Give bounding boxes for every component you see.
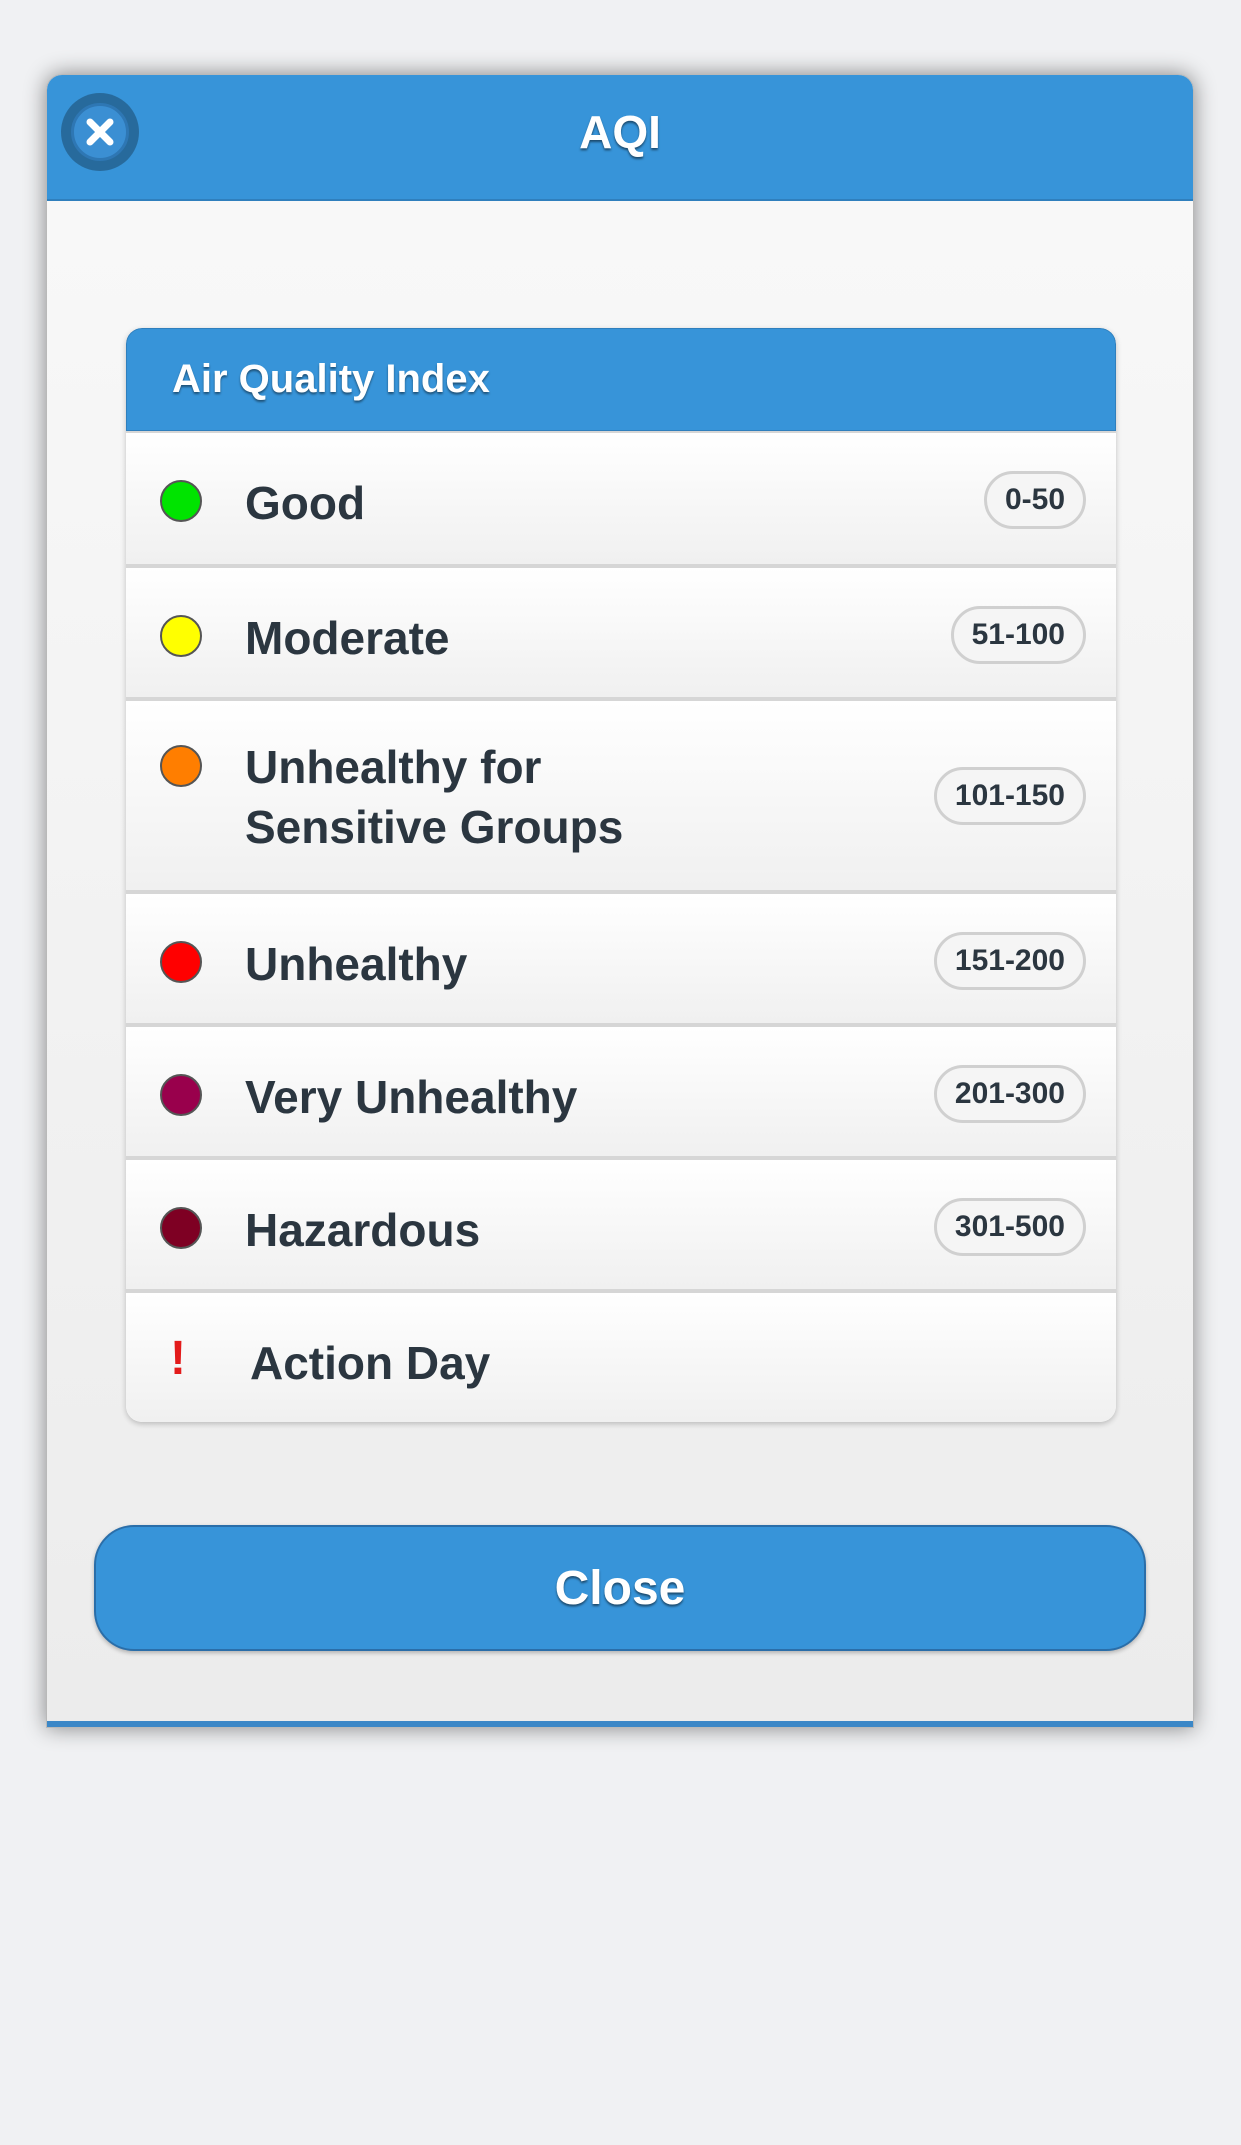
aqi-dialog: AQI Air Quality Index Good 0-50 Moderate… [46, 74, 1194, 1728]
range-badge: 0-50 [983, 471, 1086, 529]
item-label: Good [245, 477, 366, 529]
range-badge: 101-150 [933, 767, 1086, 825]
list-item-good: Good 0-50 [126, 431, 1116, 564]
status-dot-icon [160, 941, 202, 983]
dialog-bottom-bar [47, 1721, 1193, 1727]
dialog-title: AQI [579, 106, 661, 158]
range-badge: 51-100 [950, 606, 1086, 664]
status-dot-icon [160, 745, 202, 787]
item-label: Moderate [245, 612, 450, 664]
list-item-action-day: ! Action Day [126, 1289, 1116, 1422]
list-item-moderate: Moderate 51-100 [126, 564, 1116, 697]
list-item-unhealthy-sensitive: Unhealthy for Sensitive Groups 101-150 [126, 697, 1116, 890]
item-label-line2: Sensitive Groups [245, 801, 624, 853]
status-dot-icon [160, 1207, 202, 1249]
close-button[interactable]: Close [94, 1525, 1146, 1651]
list-item-very-unhealthy: Very Unhealthy 201-300 [126, 1023, 1116, 1156]
item-label: Action Day [250, 1337, 491, 1389]
status-dot-icon [160, 480, 202, 522]
aqi-legend-list: Air Quality Index Good 0-50 Moderate 51-… [126, 328, 1116, 1422]
item-label: Hazardous [245, 1204, 481, 1256]
list-item-unhealthy: Unhealthy 151-200 [126, 890, 1116, 1023]
status-dot-icon [160, 615, 202, 657]
exclamation-icon: ! [170, 1332, 186, 1385]
item-label: Very Unhealthy [245, 1071, 578, 1123]
item-label: Unhealthy for Sensitive Groups [245, 737, 623, 857]
list-header: Air Quality Index [126, 328, 1116, 431]
range-badge: 151-200 [933, 932, 1086, 990]
list-header-title: Air Quality Index [172, 357, 490, 401]
range-badge: 301-500 [933, 1198, 1086, 1256]
range-badge: 201-300 [933, 1065, 1086, 1123]
close-button-label: Close [554, 1562, 686, 1615]
status-dot-icon [160, 1074, 202, 1116]
item-label: Unhealthy [245, 938, 468, 990]
dialog-header: AQI [47, 75, 1193, 201]
item-label-line1: Unhealthy for [245, 741, 542, 793]
list-item-hazardous: Hazardous 301-500 [126, 1156, 1116, 1289]
